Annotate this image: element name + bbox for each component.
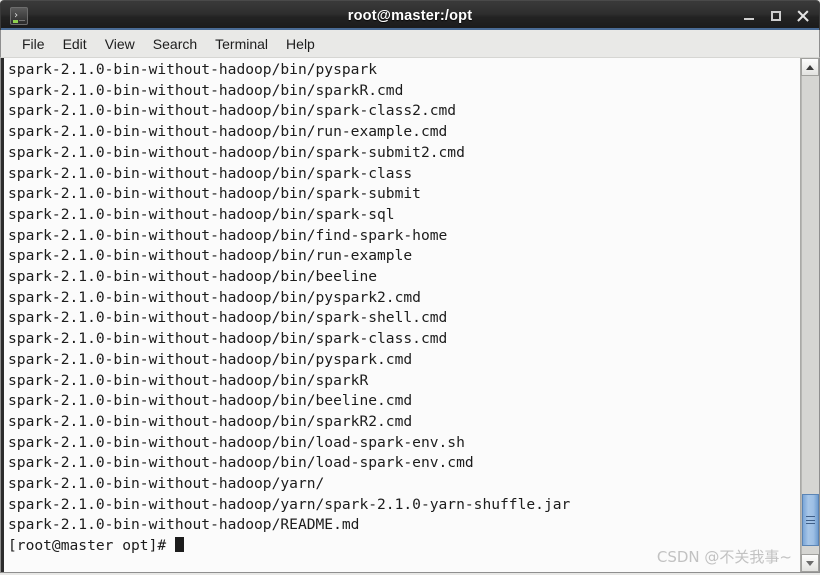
menu-item-file[interactable]: File — [13, 34, 54, 54]
terminal-line: spark-2.1.0-bin-without-hadoop/bin/spark… — [8, 309, 448, 327]
scroll-up-button[interactable] — [801, 58, 819, 76]
terminal-line: spark-2.1.0-bin-without-hadoop/bin/spark… — [8, 102, 457, 120]
window-title: root@master:/opt — [347, 7, 473, 24]
close-button[interactable] — [796, 9, 810, 23]
maximize-icon — [771, 10, 781, 21]
terminal-icon: ›_ — [10, 6, 28, 25]
scrollbar-track[interactable] — [801, 76, 819, 554]
terminal-line: spark-2.1.0-bin-without-hadoop/bin/beeli… — [8, 268, 378, 286]
menu-item-terminal[interactable]: Terminal — [206, 34, 277, 54]
terminal-line: spark-2.1.0-bin-without-hadoop/bin/beeli… — [8, 392, 413, 410]
terminal-line: spark-2.1.0-bin-without-hadoop/bin/run-e… — [8, 123, 448, 141]
terminal-line: spark-2.1.0-bin-without-hadoop/bin/spark… — [8, 371, 369, 389]
terminal-line: spark-2.1.0-bin-without-hadoop/bin/load-… — [8, 454, 474, 472]
scroll-up-arrow-icon — [806, 64, 814, 70]
terminal-line: spark-2.1.0-bin-without-hadoop/bin/load-… — [8, 433, 465, 451]
scrollbar-thumb[interactable] — [802, 494, 819, 546]
terminal-prompt: [root@master opt]# — [8, 537, 175, 555]
menu-item-edit[interactable]: Edit — [54, 34, 96, 54]
terminal-line: spark-2.1.0-bin-without-hadoop/bin/spark… — [8, 185, 421, 203]
terminal-line: spark-2.1.0-bin-without-hadoop/README.md — [8, 516, 360, 534]
terminal-line: spark-2.1.0-bin-without-hadoop/bin/spark… — [8, 81, 404, 99]
terminal-line: spark-2.1.0-bin-without-hadoop/yarn/spar… — [8, 495, 571, 513]
terminal-line: spark-2.1.0-bin-without-hadoop/bin/pyspa… — [8, 350, 413, 368]
scroll-down-arrow-icon — [806, 560, 814, 566]
terminal-line: spark-2.1.0-bin-without-hadoop/yarn/ — [8, 475, 325, 493]
terminal-icon-nub — [13, 19, 18, 23]
terminal-window: ›_ root@master:/opt File Edit View Searc… — [0, 0, 820, 575]
terminal-line: spark-2.1.0-bin-without-hadoop/bin/run-e… — [8, 247, 413, 265]
terminal-line: spark-2.1.0-bin-without-hadoop/bin/pyspa… — [8, 61, 378, 78]
menu-item-view[interactable]: View — [96, 34, 144, 54]
minimize-button[interactable] — [742, 9, 756, 23]
maximize-button[interactable] — [769, 9, 783, 23]
terminal-line: spark-2.1.0-bin-without-hadoop/bin/spark… — [8, 164, 413, 182]
scrollbar-grip-icon — [806, 514, 815, 527]
menu-item-search[interactable]: Search — [144, 34, 206, 54]
scroll-down-button[interactable] — [801, 554, 819, 572]
terminal-line: spark-2.1.0-bin-without-hadoop/bin/find-… — [8, 226, 448, 244]
terminal-line: spark-2.1.0-bin-without-hadoop/bin/spark… — [8, 330, 448, 348]
titlebar[interactable]: ›_ root@master:/opt — [0, 0, 820, 30]
terminal-line: spark-2.1.0-bin-without-hadoop/bin/spark… — [8, 143, 465, 161]
terminal-line: spark-2.1.0-bin-without-hadoop/bin/spark… — [8, 412, 413, 430]
terminal-line: spark-2.1.0-bin-without-hadoop/bin/spark… — [8, 205, 395, 223]
terminal-body: spark-2.1.0-bin-without-hadoop/bin/pyspa… — [0, 58, 820, 573]
terminal-prompt-line: [root@master opt]# — [4, 536, 800, 557]
terminal-line: spark-2.1.0-bin-without-hadoop/bin/pyspa… — [8, 288, 421, 306]
vertical-scrollbar[interactable] — [800, 58, 819, 572]
menubar: File Edit View Search Terminal Help — [0, 30, 820, 58]
window-controls — [742, 9, 810, 23]
menu-item-help[interactable]: Help — [277, 34, 324, 54]
terminal-cursor — [174, 537, 184, 553]
minimize-icon — [744, 17, 754, 20]
terminal-output[interactable]: spark-2.1.0-bin-without-hadoop/bin/pyspa… — [1, 58, 800, 572]
